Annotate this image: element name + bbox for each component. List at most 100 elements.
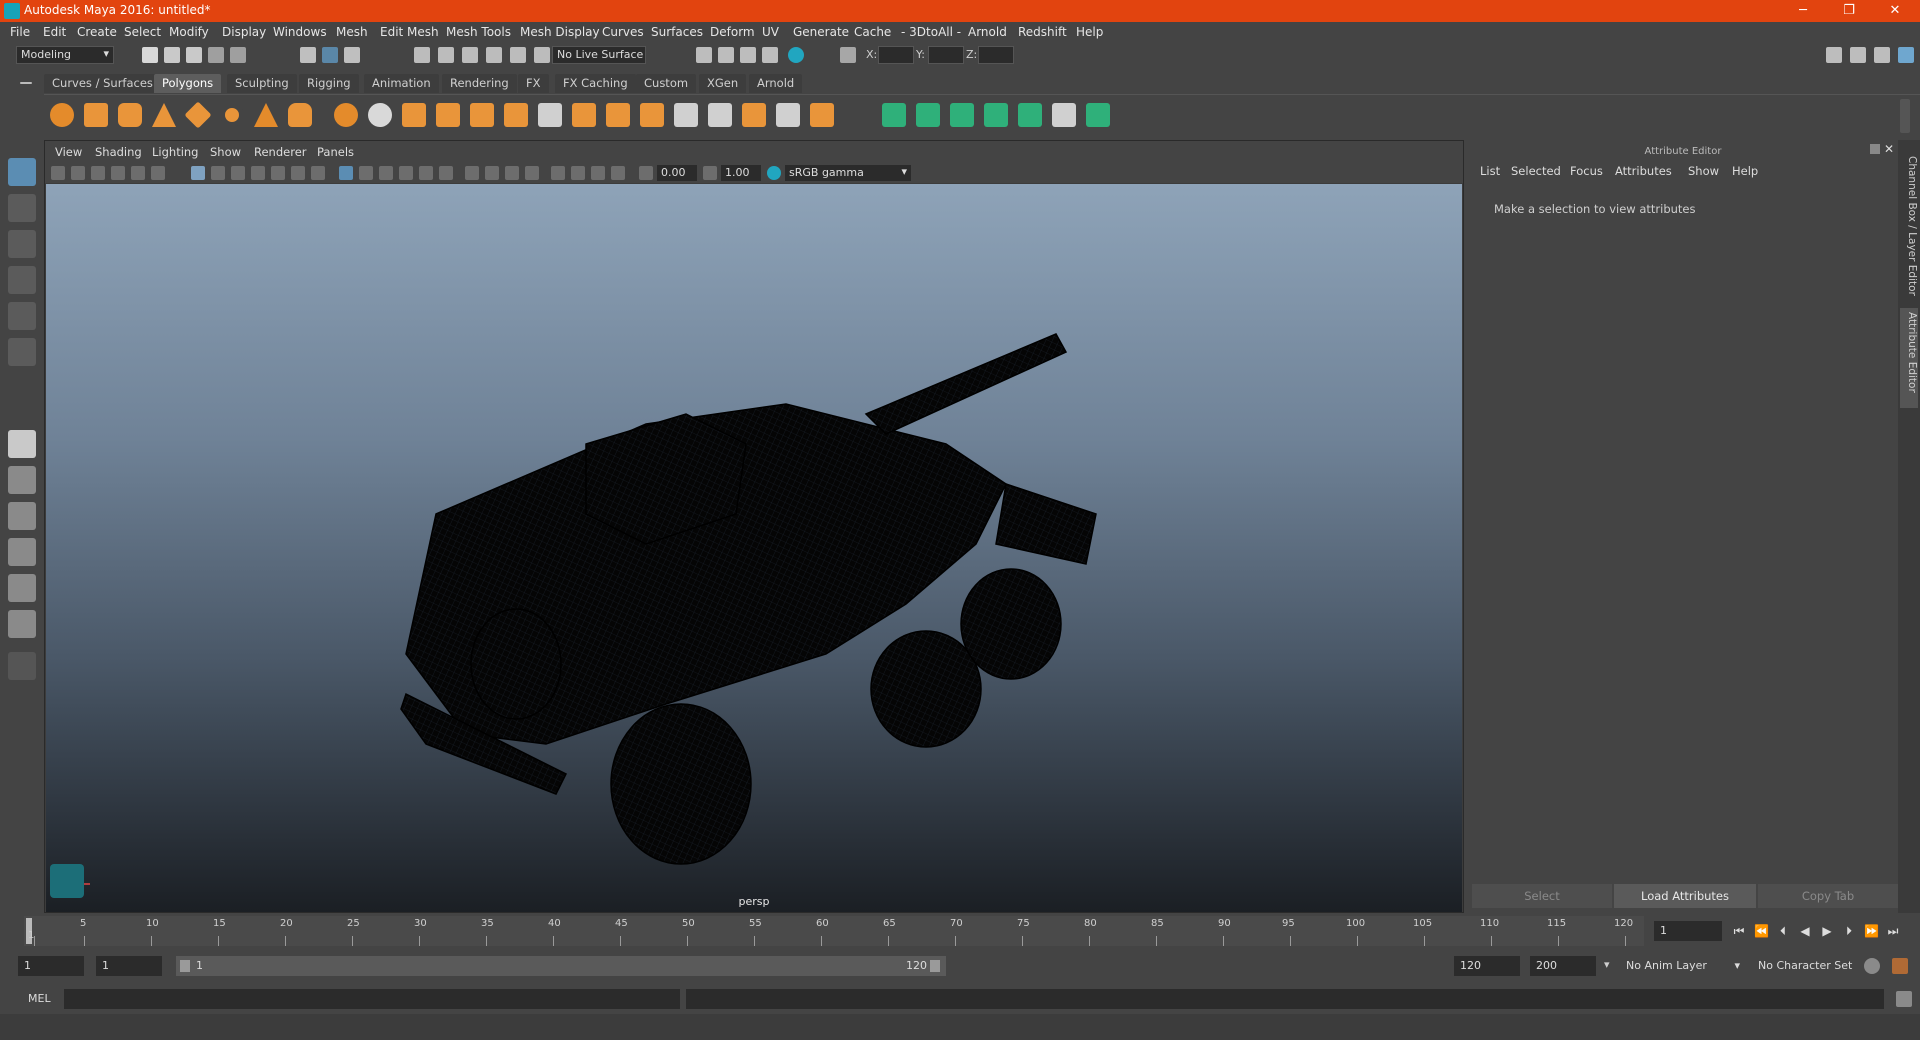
menu-display[interactable]: Display xyxy=(222,25,266,39)
attr-menu-attributes[interactable]: Attributes xyxy=(1615,164,1672,178)
menu-create[interactable]: Create xyxy=(77,25,117,39)
range-end-handle[interactable] xyxy=(930,960,940,972)
menu-generate[interactable]: Generate xyxy=(793,25,849,39)
motion-blur-icon[interactable] xyxy=(485,166,499,180)
close-panel-icon[interactable]: ✕ xyxy=(1884,142,1894,156)
command-language-label[interactable]: MEL xyxy=(28,992,51,1005)
menu-arnold[interactable]: Arnold xyxy=(968,25,1007,39)
snap-surface-icon[interactable] xyxy=(510,47,526,63)
menu-edit[interactable]: Edit xyxy=(43,25,66,39)
field-chart-icon[interactable] xyxy=(271,166,285,180)
menu-edit-mesh[interactable]: Edit Mesh xyxy=(380,25,439,39)
shelf-scroll-icon[interactable] xyxy=(1900,99,1910,133)
command-input[interactable] xyxy=(64,989,680,1009)
wireframe-icon[interactable] xyxy=(339,166,353,180)
character-set-dropdown[interactable]: No Character Set xyxy=(1752,956,1858,976)
poly-sphere-icon[interactable] xyxy=(50,103,74,127)
xray-joints-icon[interactable] xyxy=(591,166,605,180)
combine-icon[interactable] xyxy=(334,103,358,127)
step-forward-frame-icon[interactable]: ⏩ xyxy=(1864,924,1879,938)
camera-attributes-icon[interactable] xyxy=(71,166,85,180)
auto-key-icon[interactable] xyxy=(1864,958,1880,974)
step-back-key-icon[interactable]: ⏴ xyxy=(1776,924,1790,938)
attribute-editor-toggle-icon[interactable] xyxy=(1850,47,1866,63)
persp-graph-layout-icon[interactable] xyxy=(8,538,36,566)
new-scene-icon[interactable] xyxy=(142,47,158,63)
animation-start-field[interactable]: 1 xyxy=(18,956,84,976)
vp-menu-shading[interactable]: Shading xyxy=(95,145,142,159)
four-view-layout-icon[interactable] xyxy=(8,466,36,494)
snap-point-icon[interactable] xyxy=(462,47,478,63)
attr-menu-list[interactable]: List xyxy=(1480,164,1500,178)
safe-title-icon[interactable] xyxy=(311,166,325,180)
vp-menu-lighting[interactable]: Lighting xyxy=(152,145,198,159)
range-start-handle[interactable] xyxy=(180,960,190,972)
tab-sculpting[interactable]: Sculpting xyxy=(227,74,297,93)
y-field[interactable] xyxy=(928,46,964,64)
menu-mesh-display[interactable]: Mesh Display xyxy=(520,25,600,39)
shadows-icon[interactable] xyxy=(439,166,453,180)
menu-file[interactable]: File xyxy=(10,25,30,39)
redo-icon[interactable] xyxy=(230,47,246,63)
poly-plane-icon[interactable] xyxy=(184,101,212,129)
tab-fx[interactable]: FX xyxy=(518,74,549,93)
textured-icon[interactable] xyxy=(399,166,413,180)
attr-menu-selected[interactable]: Selected xyxy=(1511,164,1561,178)
tab-animation[interactable]: Animation xyxy=(364,74,439,93)
rotate-tool-icon[interactable] xyxy=(8,302,36,330)
tab-fx-caching[interactable]: FX Caching xyxy=(555,74,636,93)
shelf-menu-icon[interactable] xyxy=(20,82,32,84)
poly-pipe-icon[interactable] xyxy=(288,103,312,127)
z-field[interactable] xyxy=(978,46,1014,64)
gamma-icon[interactable] xyxy=(703,166,717,180)
transform-mode-icon[interactable] xyxy=(840,47,856,63)
select-tool-icon[interactable] xyxy=(8,158,36,186)
persp-node-layout-icon[interactable] xyxy=(8,574,36,602)
select-button[interactable]: Select xyxy=(1472,884,1612,908)
hypershade-icon[interactable] xyxy=(788,47,804,63)
tab-xgen[interactable]: XGen xyxy=(699,74,747,93)
load-attributes-button[interactable]: Load Attributes xyxy=(1614,884,1756,908)
animation-prefs-icon[interactable] xyxy=(1892,958,1908,974)
open-scene-icon[interactable] xyxy=(164,47,180,63)
anim-layer-dropdown[interactable]: No Anim Layer ▾ xyxy=(1620,956,1744,976)
append-polygon-icon[interactable] xyxy=(742,103,766,127)
uv-spherical-icon[interactable] xyxy=(950,103,974,127)
grid-icon[interactable] xyxy=(191,166,205,180)
play-forwards-icon[interactable]: ▶ xyxy=(1820,924,1834,938)
wireframe-on-shaded-icon[interactable] xyxy=(379,166,393,180)
snap-grid-icon[interactable] xyxy=(414,47,430,63)
screen-space-ao-icon[interactable] xyxy=(465,166,479,180)
range-slider[interactable]: 1 120 xyxy=(176,956,946,976)
image-plane-icon[interactable] xyxy=(111,166,125,180)
step-forward-key-icon[interactable]: ⏵ xyxy=(1842,924,1856,938)
poly-cylinder-icon[interactable] xyxy=(118,103,142,127)
attr-menu-focus[interactable]: Focus xyxy=(1570,164,1603,178)
vp-menu-renderer[interactable]: Renderer xyxy=(254,145,307,159)
xray-components-icon[interactable] xyxy=(611,166,625,180)
float-panel-icon[interactable] xyxy=(1870,144,1880,154)
menu-help[interactable]: Help xyxy=(1076,25,1103,39)
smooth-shade-icon[interactable] xyxy=(359,166,373,180)
tab-polygons[interactable]: Polygons xyxy=(154,74,222,93)
select-camera-icon[interactable] xyxy=(51,166,65,180)
copy-tab-button[interactable]: Copy Tab xyxy=(1758,884,1898,908)
boolean-icon[interactable] xyxy=(470,103,494,127)
menu-curves[interactable]: Curves xyxy=(602,25,644,39)
save-scene-icon[interactable] xyxy=(186,47,202,63)
menu-deform[interactable]: Deform xyxy=(710,25,755,39)
anti-aliasing-icon[interactable] xyxy=(505,166,519,180)
tab-attribute-editor[interactable]: Attribute Editor xyxy=(1900,308,1918,408)
color-space-dropdown[interactable]: sRGB gamma ▾ xyxy=(785,165,911,181)
scale-tool-icon[interactable] xyxy=(8,338,36,366)
menu-surfaces[interactable]: Surfaces xyxy=(651,25,703,39)
x-field[interactable] xyxy=(878,46,914,64)
film-gate-icon[interactable] xyxy=(211,166,225,180)
snap-view-icon[interactable] xyxy=(486,47,502,63)
bevel-icon[interactable] xyxy=(606,103,630,127)
menu-windows[interactable]: Windows xyxy=(273,25,327,39)
menu-3dtoall[interactable]: - 3DtoAll - xyxy=(901,25,961,39)
go-to-end-icon[interactable]: ⏭ xyxy=(1886,924,1900,938)
use-all-lights-icon[interactable] xyxy=(419,166,433,180)
time-slider[interactable]: 1 5 10 15 20 25 30 35 40 45 50 55 60 65 … xyxy=(24,916,1644,946)
